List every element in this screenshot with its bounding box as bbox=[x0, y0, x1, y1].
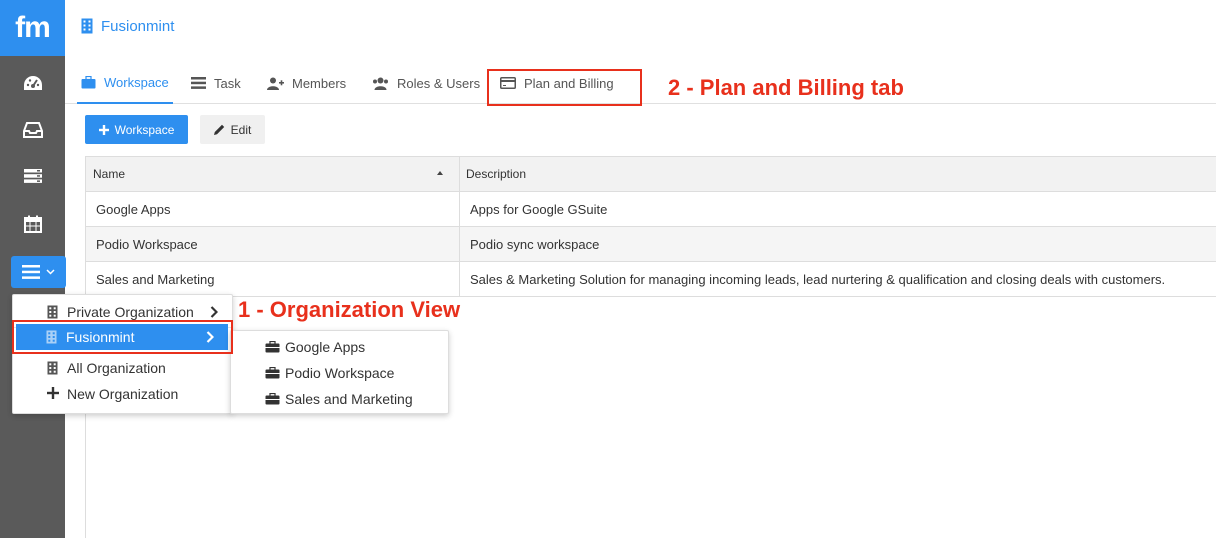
page-title: Fusionmint bbox=[101, 17, 175, 35]
annotation-org-view: 1 - Organization View bbox=[238, 297, 461, 322]
chevron-down-icon bbox=[46, 269, 55, 275]
submenu-item-workspace[interactable]: Google Apps bbox=[231, 334, 448, 360]
edit-label: Edit bbox=[230, 122, 252, 137]
menu-item-new-organization[interactable]: New Organization bbox=[13, 381, 232, 407]
user-plus-icon bbox=[267, 77, 284, 90]
table-row[interactable]: Sales and Marketing Sales & Marketing So… bbox=[85, 262, 1216, 297]
table-row[interactable]: Podio Workspace Podio sync workspace bbox=[85, 227, 1216, 262]
menu-icon bbox=[22, 265, 40, 279]
cell-description: Sales & Marketing Solution for managing … bbox=[470, 271, 1166, 287]
submenu-item-workspace[interactable]: Sales and Marketing bbox=[231, 386, 448, 412]
tab-roles-users[interactable]: Roles & Users bbox=[372, 62, 480, 104]
tab-label: Members bbox=[292, 75, 347, 91]
briefcase-icon bbox=[265, 341, 280, 353]
table-row[interactable]: Google Apps Apps for Google GSuite bbox=[85, 192, 1216, 227]
cell-name: Google Apps bbox=[86, 192, 460, 226]
add-workspace-label: Workspace bbox=[114, 122, 175, 137]
edit-button[interactable]: Edit bbox=[200, 115, 265, 144]
briefcase-icon bbox=[265, 367, 280, 379]
calendar-icon[interactable] bbox=[0, 204, 65, 244]
briefcase-icon bbox=[81, 75, 96, 88]
annotation-billing-tab: 2 - Plan and Billing tab bbox=[668, 75, 904, 100]
annotation-box-billing bbox=[487, 69, 642, 106]
chevron-right-icon bbox=[210, 306, 218, 318]
tab-label: Workspace bbox=[104, 74, 169, 90]
org-menu-button[interactable] bbox=[11, 256, 66, 288]
pencil-icon bbox=[213, 124, 224, 135]
server-icon[interactable] bbox=[0, 156, 65, 196]
tab-label: Roles & Users bbox=[397, 75, 481, 91]
logo-text: fm bbox=[15, 11, 51, 44]
tab-members[interactable]: Members bbox=[267, 62, 346, 104]
inbox-icon[interactable] bbox=[0, 110, 65, 150]
submenu-item-workspace[interactable]: Podio Workspace bbox=[231, 360, 448, 386]
tasks-icon bbox=[191, 77, 206, 89]
page-header: Fusionmint bbox=[65, 0, 1216, 52]
building-icon bbox=[47, 305, 58, 319]
briefcase-icon bbox=[265, 393, 280, 405]
org-dropdown-menu: Private Organization All Organization Ne… bbox=[12, 294, 233, 414]
add-workspace-button[interactable]: Workspace bbox=[85, 115, 188, 144]
workspace-table: Name Description Google Apps Apps for Go… bbox=[85, 156, 1216, 297]
plus-icon bbox=[47, 387, 59, 399]
column-header-name[interactable]: Name bbox=[86, 157, 460, 191]
cell-description: Apps for Google GSuite bbox=[470, 201, 608, 217]
users-icon bbox=[373, 77, 388, 90]
cell-name: Sales and Marketing bbox=[86, 262, 460, 296]
building-icon bbox=[47, 361, 58, 375]
table-header: Name Description bbox=[85, 156, 1216, 192]
app-logo[interactable]: fm bbox=[0, 0, 65, 56]
tab-workspace[interactable]: Workspace bbox=[77, 62, 173, 104]
annotation-box-org-view bbox=[12, 320, 233, 354]
tab-label: Task bbox=[214, 75, 241, 91]
building-icon bbox=[81, 18, 93, 34]
cell-description: Podio sync workspace bbox=[470, 236, 600, 252]
sidebar: fm bbox=[0, 0, 66, 538]
plus-icon bbox=[98, 124, 109, 135]
cell-name: Podio Workspace bbox=[86, 227, 460, 261]
menu-item-all-organization[interactable]: All Organization bbox=[13, 355, 232, 381]
sort-asc-icon bbox=[437, 171, 443, 175]
dashboard-icon[interactable] bbox=[0, 64, 65, 104]
column-header-description[interactable]: Description bbox=[460, 157, 1216, 191]
tab-task[interactable]: Task bbox=[191, 62, 241, 104]
org-submenu: Google Apps Podio Workspace Sales and Ma… bbox=[230, 330, 449, 414]
